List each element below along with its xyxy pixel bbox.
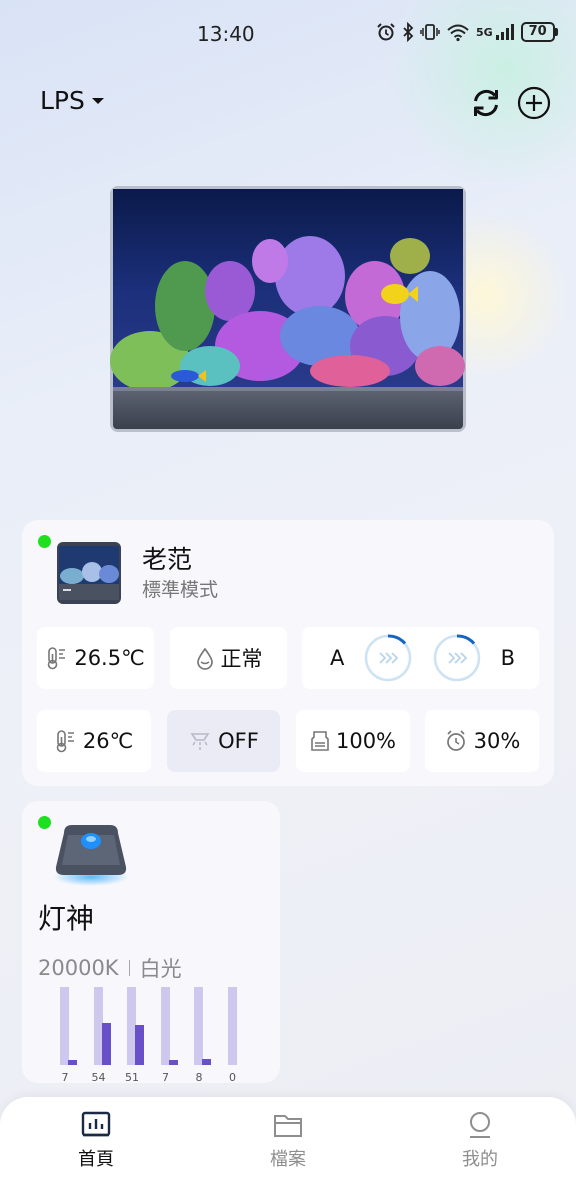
battery-tip [554, 28, 558, 36]
light-spec: 20000K 白光 [38, 953, 182, 983]
temp-setpoint-value: 26℃ [82, 729, 134, 753]
status-icons: 5G 70 [376, 22, 558, 42]
pump-a-label: A [330, 646, 345, 670]
status-time: 13:40 [197, 22, 255, 46]
channel-value: 54 [91, 1071, 106, 1084]
chart-icon [81, 1111, 111, 1137]
device-thumbnail [57, 542, 121, 604]
channel-fill [168, 1060, 178, 1065]
device-mode: 標準模式 [142, 579, 219, 601]
light-device-card[interactable]: 灯神 20000K 白光 7 54 51 7 8 0 [22, 801, 280, 1084]
level-tile-2[interactable]: 30% [425, 710, 539, 772]
device-name: 老范 [142, 545, 193, 574]
channel-track [127, 987, 144, 1065]
channel-chart: 7 54 51 7 8 0 [52, 987, 252, 1084]
profile-icon [470, 1112, 490, 1138]
channel-track [93, 987, 111, 1065]
add-device-icon[interactable] [517, 86, 551, 120]
level-2-value: 30% [473, 729, 521, 753]
tank-device-card[interactable]: 老范 標準模式 26.5℃ 正常 A B 26℃ OFF 100% 30% [22, 520, 554, 786]
bottom-nav: 首頁 檔案 我的 [0, 1097, 576, 1188]
alarm-icon [377, 23, 395, 41]
channel-value: 0 [229, 1071, 236, 1084]
level-tile-1[interactable]: 100% [296, 710, 410, 772]
tank-name: LPS [40, 86, 85, 115]
online-indicator [38, 535, 51, 548]
thermometer-icon [48, 647, 66, 670]
uv-lamp-icon [190, 733, 210, 750]
light-device-name: 灯神 [38, 902, 95, 935]
nav-home-label: 首頁 [78, 1149, 114, 1170]
signal-icon [495, 24, 514, 40]
aquarium-image [110, 186, 466, 432]
status-bar: 13:40 5G 70 [0, 0, 576, 68]
network-type: 5G [476, 25, 493, 39]
light-device-image [53, 825, 129, 886]
channel-value: 7 [61, 1071, 69, 1084]
wifi-icon [447, 24, 469, 42]
pump-b-label: B [500, 646, 515, 670]
thermometer-icon [56, 730, 74, 753]
channel-track [60, 987, 77, 1065]
channel-track [160, 987, 178, 1065]
uv-lamp-status: OFF [218, 729, 259, 753]
channel-value: 51 [125, 1071, 139, 1084]
spec-divider [128, 960, 130, 976]
nav-files-label: 檔案 [270, 1149, 306, 1170]
channel-fill [68, 1060, 77, 1065]
water-drop-icon [196, 647, 213, 670]
vibrate-icon [420, 24, 440, 40]
water-status-value: 正常 [220, 647, 263, 671]
channel-fill [202, 1059, 211, 1065]
timer-icon [446, 730, 465, 751]
level-1-value: 100% [335, 729, 397, 753]
channel-track [227, 987, 237, 1065]
temperature-value: 26.5℃ [74, 646, 145, 670]
water-level-icon [311, 731, 329, 751]
light-mode: 白光 [139, 957, 182, 981]
channel-track [194, 987, 211, 1065]
uv-lamp-tile[interactable]: OFF [167, 710, 280, 772]
channel-value: 8 [195, 1071, 203, 1084]
battery-level: 70 [520, 22, 555, 42]
nav-profile[interactable]: 我的 [430, 1111, 530, 1171]
pump-b-dial[interactable] [433, 634, 481, 682]
channel-fill [101, 1023, 111, 1065]
pump-tile[interactable]: A B [302, 627, 539, 689]
bluetooth-icon [403, 22, 414, 42]
pump-a-dial[interactable] [364, 634, 412, 682]
channel-fill [135, 1025, 144, 1065]
temp-setpoint-tile[interactable]: 26℃ [37, 710, 151, 772]
folder-icon [274, 1115, 302, 1137]
battery-indicator: 70 [520, 22, 558, 42]
nav-home[interactable]: 首頁 [46, 1111, 146, 1171]
nav-profile-label: 我的 [462, 1149, 498, 1170]
tank-selector[interactable]: LPS [40, 86, 105, 115]
caret-down-icon [91, 97, 104, 104]
nav-files[interactable]: 檔案 [238, 1111, 338, 1171]
temperature-tile[interactable]: 26.5℃ [37, 627, 154, 689]
water-status-tile[interactable]: 正常 [170, 627, 287, 689]
color-temperature: 20000K [38, 956, 119, 980]
refresh-icon[interactable] [469, 86, 503, 120]
channel-value: 7 [162, 1071, 169, 1084]
